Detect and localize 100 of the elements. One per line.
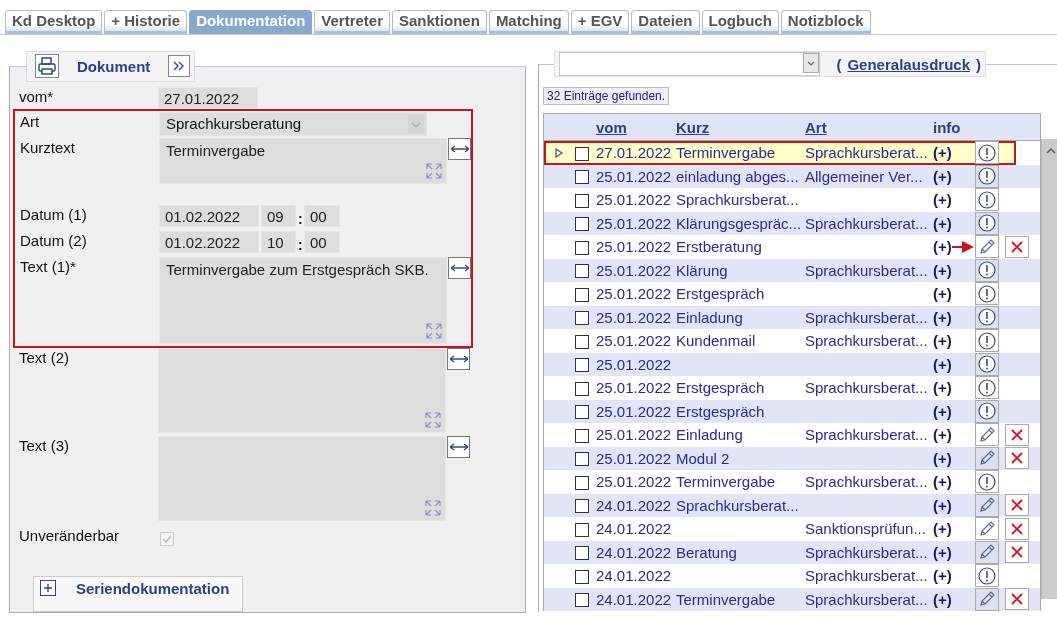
table-row[interactable]: 24.01.2022 Terminvergabe Sprachkursberat... (+) <box>544 587 1040 611</box>
minute-field[interactable]: 00 <box>304 231 340 253</box>
info-link[interactable]: (+) <box>933 590 952 608</box>
delete-button[interactable] <box>1005 235 1029 258</box>
info-button[interactable] <box>975 470 999 494</box>
widen-button[interactable] <box>447 436 470 458</box>
text-area[interactable]: Terminvergabe zum Erstgespräch SKB. <box>159 257 447 344</box>
tab[interactable]: Sanktionen <box>392 10 487 34</box>
print-link[interactable]: Generalausdruck <box>847 55 970 73</box>
info-button[interactable] <box>975 164 999 188</box>
checkbox[interactable] <box>575 381 589 396</box>
edit-button[interactable] <box>975 235 999 259</box>
info-button[interactable] <box>975 188 999 212</box>
delete-button[interactable] <box>1005 423 1029 446</box>
edit-button[interactable] <box>975 540 999 564</box>
type-select[interactable]: Sprachkursberatung <box>159 112 427 136</box>
info-link[interactable]: (+) <box>933 426 952 444</box>
delete-button[interactable] <box>1005 588 1029 611</box>
info-link[interactable]: (+) <box>933 167 952 185</box>
table-row[interactable]: 25.01.2022 einladung abges... Allgemeiner Ver... (+) <box>544 164 1040 188</box>
info-link[interactable]: (+) <box>933 402 952 420</box>
date-field[interactable]: 01.02.2022 <box>159 205 259 227</box>
edit-button[interactable] <box>975 446 999 470</box>
tab[interactable]: Kd Desktop <box>5 10 103 34</box>
checkbox[interactable] <box>575 240 589 255</box>
hour-field[interactable]: 09 <box>261 205 296 227</box>
info-button[interactable] <box>975 282 999 306</box>
info-button[interactable] <box>975 141 999 165</box>
checkbox[interactable] <box>575 452 589 467</box>
info-link[interactable]: (+) <box>933 214 952 232</box>
table-row[interactable]: 25.01.2022 Modul 2 (+) <box>544 446 1040 470</box>
scroll-up-icon[interactable] <box>1046 147 1056 155</box>
checkbox[interactable] <box>575 593 589 608</box>
info-button[interactable] <box>975 399 999 423</box>
tab[interactable]: Logbuch <box>701 10 779 34</box>
checkbox[interactable] <box>575 428 589 443</box>
info-link[interactable]: (+) <box>933 332 952 350</box>
info-link[interactable]: (+) <box>933 520 952 538</box>
info-button[interactable] <box>975 211 999 235</box>
tab[interactable]: Matching <box>488 10 569 34</box>
info-link[interactable]: (+) <box>933 308 952 326</box>
expand-icon[interactable] <box>555 147 563 158</box>
tab[interactable]: Notizblock <box>780 10 871 34</box>
info-link[interactable]: (+) <box>933 355 952 373</box>
info-link[interactable]: (+) <box>933 191 952 209</box>
tab[interactable]: + EGV <box>570 10 630 34</box>
checkbox[interactable] <box>575 146 589 161</box>
table-row[interactable]: 27.01.2022 Terminvergabe Sprachkursberat... (+) <box>544 141 1016 165</box>
table-row[interactable]: 25.01.2022 Klärungsgespräc... Sprachkursberat... (+) <box>544 211 1040 235</box>
text-area[interactable]: Terminvergabe <box>159 138 447 184</box>
print-button[interactable] <box>35 54 59 78</box>
table-row[interactable]: 24.01.2022 Sprachkursberat... (+) <box>544 493 1040 517</box>
info-button[interactable] <box>975 376 999 400</box>
table-row[interactable]: 25.01.2022 Einladung Sprachkursberat... (+) <box>544 305 1040 329</box>
checkbox[interactable] <box>575 193 589 208</box>
date-field[interactable]: 01.02.2022 <box>159 231 259 253</box>
tab[interactable]: Vertreter <box>314 10 390 34</box>
edit-button[interactable] <box>975 423 999 447</box>
edit-button[interactable] <box>975 493 999 517</box>
column-header[interactable]: Art <box>805 118 933 136</box>
edit-button[interactable] <box>975 517 999 541</box>
checkbox[interactable] <box>575 499 589 514</box>
widen-button[interactable] <box>448 257 471 279</box>
table-row[interactable]: 25.01.2022 Erstgespräch (+) <box>544 399 1040 423</box>
info-link[interactable]: (+) <box>933 543 952 561</box>
delete-button[interactable] <box>1005 517 1029 540</box>
checkbox[interactable] <box>575 475 589 490</box>
minute-field[interactable]: 00 <box>304 205 340 227</box>
checkbox[interactable] <box>575 334 589 349</box>
info-link[interactable]: (+) <box>933 449 952 467</box>
edit-button[interactable] <box>975 587 999 611</box>
checkbox[interactable] <box>575 287 589 302</box>
info-link[interactable]: (+) <box>933 238 952 256</box>
column-header[interactable]: Kurz <box>676 118 805 136</box>
checkbox[interactable] <box>575 522 589 537</box>
tab[interactable]: Dateien <box>631 10 700 34</box>
widen-button[interactable] <box>447 348 470 370</box>
table-row[interactable]: 25.01.2022 (+) <box>544 352 1040 376</box>
checkbox[interactable] <box>575 569 589 584</box>
info-link[interactable]: (+) <box>933 285 952 303</box>
tab[interactable]: + Historie <box>104 10 188 34</box>
expand-toggle[interactable] <box>40 580 56 596</box>
table-row[interactable]: 24.01.2022 Beratung Sprachkursberat... (+) <box>544 540 1040 564</box>
info-button[interactable] <box>975 564 999 588</box>
info-button[interactable] <box>975 258 999 282</box>
delete-button[interactable] <box>1005 494 1029 517</box>
checkbox[interactable] <box>575 546 589 561</box>
widen-button[interactable] <box>448 138 471 160</box>
delete-button[interactable] <box>1005 447 1029 470</box>
delete-button[interactable] <box>1005 541 1029 564</box>
hour-field[interactable]: 10 <box>261 231 296 253</box>
date-field[interactable]: 27.01.2022 <box>158 87 258 109</box>
info-link[interactable]: (+) <box>933 473 952 491</box>
checkbox[interactable] <box>575 311 589 326</box>
info-button[interactable] <box>975 305 999 329</box>
info-link[interactable]: (+) <box>933 567 952 585</box>
checkbox[interactable] <box>575 264 589 279</box>
checkbox[interactable] <box>575 217 589 232</box>
info-link[interactable]: (+) <box>933 261 952 279</box>
info-button[interactable] <box>975 329 999 353</box>
